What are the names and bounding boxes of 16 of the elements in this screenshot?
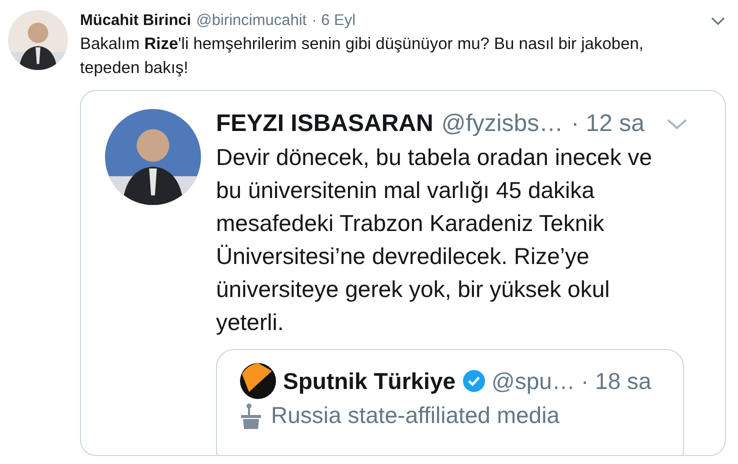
media-label: Russia state-affiliated media [271,402,560,429]
tweet-time: · 18 sa [580,368,652,394]
chevron-icon[interactable] [710,16,726,26]
author-handle: @fyzisbs… [441,110,564,138]
tweet-time[interactable]: · 6 Eyl [312,12,356,30]
tweet-text: Devir dönecek, bu tabela oradan inecek ve bu üniversitenin mal varlığı 45 dakika mesafedeki Trabzon Karadeniz Teknik Üniversitesi’ne devredilecek. Rize’ye üniversiteye gerek yok, bir yüksek okul yeterli. [216,143,654,337]
author-handle: @spu… [492,368,575,394]
author-name[interactable]: Mücahit Birinci [80,12,192,30]
tweet-text: Bakalım Rize'li hemşehrilerim senin gibi düşünüyor mu? Bu nasıl bir jakoben, tepeden bakış! [80,34,645,79]
tweet-time: · 12 sa [571,110,644,138]
chevron-icon [666,118,688,130]
author-handle: @birincimucahit [196,12,307,30]
author-name: Sputnik Türkiye [283,368,456,394]
author-name: FEYZI ISBASARAN [216,110,434,138]
lectern-icon [239,402,263,428]
logo-icon [239,362,277,400]
